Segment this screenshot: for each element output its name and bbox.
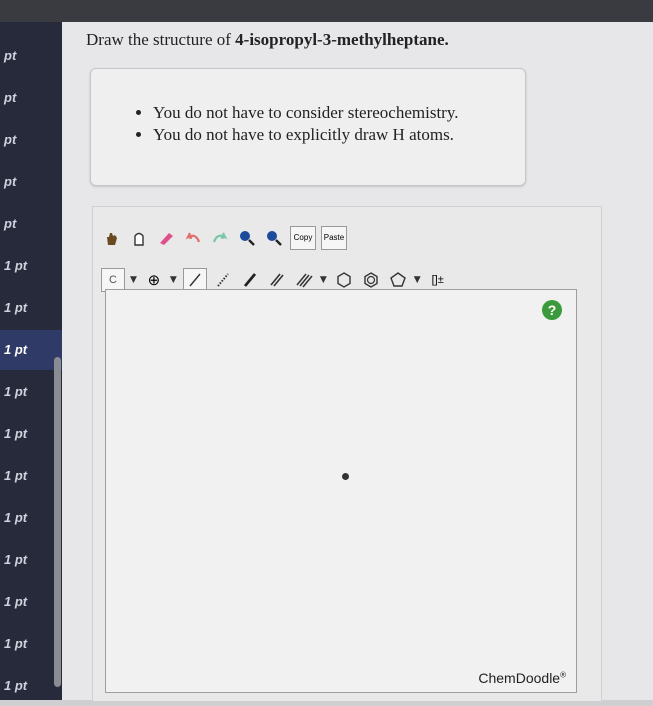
top-bar [0,0,653,22]
sidebar-item-14[interactable]: 1 pt [0,582,62,622]
instructions-list: You do not have to consider stereochemis… [91,103,525,145]
canvas-atom-dot [342,473,349,480]
bracket-label: []± [431,274,444,286]
charge-button[interactable]: ⊕ [143,269,165,291]
paste-label: Paste [323,233,345,242]
hashed-bond-icon[interactable] [212,269,234,291]
sidebar-item-6[interactable]: 1 pt [0,246,62,286]
sidebar-item-12[interactable]: 1 pt [0,498,62,538]
sidebar-item-13[interactable]: 1 pt [0,540,62,580]
paste-button[interactable]: Paste [321,226,347,250]
eraser-icon[interactable] [155,227,177,249]
zoom-in-icon[interactable] [236,227,258,249]
sidebar-item-4[interactable]: pt [0,162,62,202]
redo-icon[interactable] [209,227,231,249]
chevron-down-icon[interactable]: ▼ [170,275,177,285]
bracket-button[interactable]: []± [427,269,449,291]
sidebar-item-7[interactable]: 1 pt [0,288,62,328]
sidebar-item-9[interactable]: 1 pt [0,372,62,412]
sidebar-item-5[interactable]: pt [0,204,62,244]
sidebar-item-11[interactable]: 1 pt [0,456,62,496]
triple-bond-icon[interactable] [293,269,315,291]
chevron-down-icon[interactable]: ▼ [320,275,327,285]
charge-label: ⊕ [147,272,161,289]
benzene-icon[interactable] [360,269,382,291]
question-panel: Draw the structure of 4-isopropyl-3-meth… [62,22,653,702]
zoom-out-icon[interactable] [263,227,285,249]
question-text: Draw the structure of 4-isopropyl-3-meth… [86,30,449,50]
sidebar-item-10[interactable]: 1 pt [0,414,62,454]
sidebar-item-3[interactable]: pt [0,120,62,160]
wedge-bond-icon[interactable] [239,269,261,291]
toolbar-row-1: Copy Paste [101,225,352,251]
undo-icon[interactable] [182,227,204,249]
question-sidebar: pt pt pt pt pt 1 pt 1 pt 1 pt 1 pt 1 pt … [0,22,62,700]
compound-name: 4-isopropyl-3-methylheptane [235,30,445,49]
question-prefix: Draw the structure of [86,30,236,49]
instruction-item: You do not have to explicitly draw H ato… [153,125,525,145]
hand-pan-icon[interactable] [101,227,123,249]
brand-name: ChemDoodle [478,670,561,686]
cyclohexane-icon[interactable] [333,269,355,291]
registered-mark: ® [560,670,566,680]
sidebar-item-1[interactable]: pt [0,36,62,76]
copy-label: Copy [293,233,313,242]
copy-button[interactable]: Copy [290,226,316,250]
chevron-down-icon[interactable]: ▼ [414,275,421,285]
sidebar-item-16[interactable]: 1 pt [0,666,62,706]
sidebar-item-2[interactable]: pt [0,78,62,118]
chemdoodle-logo: ChemDoodle® [478,670,566,686]
double-bond-icon[interactable] [266,269,288,291]
sidebar-item-8[interactable]: 1 pt [0,330,62,370]
sidebar-item-15[interactable]: 1 pt [0,624,62,664]
chemdoodle-editor: Copy Paste C ▼ ⊕ ▼ ▼ ▼ []± ? ChemDoodle® [92,206,602,702]
element-label: C [109,274,117,286]
instruction-item: You do not have to consider stereochemis… [153,103,525,123]
chevron-down-icon[interactable]: ▼ [130,275,137,285]
sidebar-scrollbar[interactable] [54,357,61,687]
question-suffix: . [444,30,449,49]
instructions-box: You do not have to consider stereochemis… [90,68,526,186]
lasso-select-icon[interactable] [128,227,150,249]
cyclopentane-icon[interactable] [387,269,409,291]
help-button[interactable]: ? [542,300,562,320]
drawing-canvas[interactable]: ? ChemDoodle® [105,289,577,693]
